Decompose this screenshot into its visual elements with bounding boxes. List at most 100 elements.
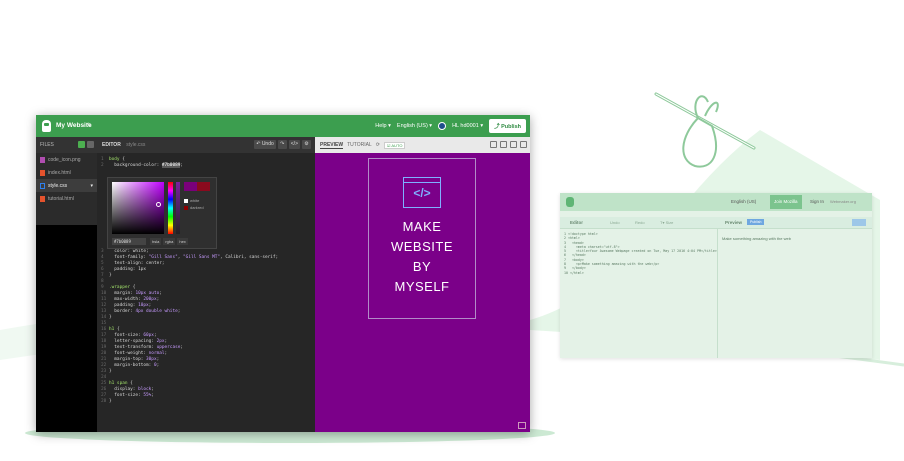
top-bar-actions: Help ▾ English (US) ▾ HL hd0001 ▾ ⤴ Publ…	[375, 119, 526, 133]
gear-icon[interactable]: ⚙	[302, 140, 311, 149]
color-selector-knob[interactable]	[156, 202, 161, 207]
hex-button[interactable]: hex	[177, 238, 188, 245]
search-icon[interactable]	[490, 141, 497, 148]
secondary-code-editor[interactable]: 1 <!doctype html> 2 <html> 3 <head> 4 <meta…	[564, 232, 717, 275]
swatch-label: white	[190, 198, 200, 203]
swatch-label: darkred	[190, 205, 204, 210]
secondary-editor-label: Editor	[570, 220, 583, 225]
code-window-icon: </>	[403, 177, 441, 208]
fullscreen-icon[interactable]	[520, 141, 527, 148]
opacity-slider[interactable]	[176, 182, 180, 234]
swatch-option-white[interactable]: white	[184, 198, 199, 203]
file-options-icon[interactable]: ▾	[90, 183, 93, 189]
auto-refresh-toggle[interactable]: ☑ AUTO	[383, 141, 406, 149]
file-item-index-html[interactable]: index.html	[36, 166, 97, 179]
poster-line-2: WEBSITE	[390, 239, 453, 254]
hue-slider[interactable]	[168, 182, 173, 234]
editor-panel: EDITOR style.css ↶ Undo ↷ </> ⚙ 1 body {2…	[97, 137, 315, 432]
undo-button[interactable]: ↶ Undo	[254, 140, 276, 149]
desktop-view-icon[interactable]	[500, 141, 507, 148]
editor-title: EDITOR	[102, 142, 121, 148]
file-name: code_icon.png	[48, 156, 81, 163]
redo-button[interactable]: ↷	[277, 140, 287, 149]
current-color-swatch	[184, 182, 197, 191]
files-header: FILES	[36, 137, 97, 153]
editor-filename: style.css	[126, 142, 146, 148]
css-file-icon	[40, 182, 45, 189]
secondary-top-bar: English (US) Join Mozilla Sign In Webmak…	[560, 193, 872, 211]
code-line: 13 border: 4px double white;	[101, 309, 181, 314]
poster-line-4: MYSELF	[394, 279, 450, 294]
help-menu[interactable]: Help ▾	[375, 123, 391, 129]
rgba-button[interactable]: rgba	[163, 238, 176, 245]
swatch-box	[184, 198, 188, 203]
preview-header: PREVIEW TUTORIAL ⟳ ☑ AUTO	[315, 137, 530, 153]
hex-value-input[interactable]: #7b0089	[112, 238, 146, 245]
webmaker-logo-icon[interactable]	[566, 197, 574, 207]
tutorial-tab[interactable]: TUTORIAL	[347, 142, 372, 148]
sign-in-link[interactable]: Sign In	[810, 199, 824, 204]
secondary-preview-label: Preview	[725, 220, 743, 225]
poster-line-3: BY	[412, 259, 432, 274]
secondary-undo[interactable]: Undo	[610, 220, 620, 225]
secondary-size[interactable]: T▾ Size	[660, 220, 673, 225]
secondary-toolbar: Editor Undo Redo T▾ Size Preview Publish	[560, 217, 872, 229]
auto-label: AUTO	[391, 142, 403, 148]
file-name: style.css	[48, 182, 68, 189]
user-avatar[interactable]	[438, 122, 447, 130]
undo-icon: ↶	[256, 141, 261, 147]
upload-file-icon[interactable]	[87, 141, 94, 148]
code-glyph: </>	[413, 186, 431, 200]
original-color-swatch[interactable]	[197, 182, 210, 191]
secondary-action-button[interactable]	[852, 219, 866, 226]
image-file-icon	[40, 156, 45, 163]
secondary-divider	[717, 229, 718, 358]
add-file-icon[interactable]	[78, 141, 85, 148]
code-view-icon[interactable]: </>	[288, 140, 300, 149]
file-item-code-icon[interactable]: code_icon.png	[36, 153, 97, 166]
editor-header: EDITOR style.css ↶ Undo ↷ </> ⚙	[97, 137, 315, 153]
preview-panel: PREVIEW TUTORIAL ⟳ ☑ AUTO </> MAKE WEBSI…	[315, 137, 530, 432]
secondary-code-line: 5 <title>Your Awesome Webpage created on…	[564, 249, 717, 254]
pencil-icon[interactable]: ✎	[87, 122, 92, 129]
swatch-option-darkred[interactable]: darkred	[184, 205, 204, 210]
secondary-language-menu[interactable]: English (US)	[731, 199, 756, 204]
publish-button[interactable]: ⤴ Publish	[489, 119, 526, 133]
thimble-logo-icon[interactable]	[42, 120, 51, 132]
file-name: index.html	[48, 169, 71, 176]
inline-color-picker[interactable]: white darkred #7b0089 hsla rgba hex	[107, 177, 217, 249]
undo-label: Undo	[261, 141, 274, 147]
secondary-preview-text: Make something amazing with the web	[722, 236, 791, 241]
hsla-button[interactable]: hsla	[150, 238, 162, 245]
secondary-publish-button[interactable]: Publish	[747, 219, 765, 225]
preview-tab[interactable]: PREVIEW	[320, 142, 344, 149]
color-saturation-field[interactable]	[112, 182, 164, 234]
html-file-icon	[40, 169, 45, 176]
secondary-code-line: 10 </html>	[564, 270, 584, 275]
swatch-box	[184, 205, 188, 210]
screenshot-scene: My Website ✎ Help ▾ English (US) ▾ HL hd…	[0, 0, 904, 461]
brand-link[interactable]: Webmaker.org	[830, 199, 856, 204]
file-name: tutorial.html	[48, 195, 74, 202]
share-icon: ⤴	[494, 124, 500, 130]
top-bar: My Website ✎ Help ▾ English (US) ▾ HL hd…	[36, 115, 530, 137]
language-menu[interactable]: English (US) ▾	[397, 123, 432, 129]
bindle-icon	[654, 92, 756, 168]
refresh-icon[interactable]: ⟳	[376, 142, 380, 148]
inspect-icon[interactable]	[518, 422, 526, 429]
files-panel: FILES code_icon.png index.html style.css…	[36, 137, 97, 432]
files-empty-area	[36, 225, 97, 432]
file-item-style-css[interactable]: style.css ▾	[36, 179, 97, 192]
join-button[interactable]: Join Mozilla	[770, 195, 802, 209]
publish-label: Publish	[501, 124, 521, 130]
code-line: 28}	[101, 399, 112, 404]
user-menu[interactable]: HL hd0001 ▾	[452, 123, 483, 129]
files-title: FILES	[40, 142, 54, 148]
preview-poster: </> MAKE WEBSITE BY MYSELF	[368, 158, 476, 319]
secondary-redo[interactable]: Redo	[635, 220, 645, 225]
mobile-view-icon[interactable]	[510, 141, 517, 148]
check-icon: ☑	[386, 142, 391, 148]
code-line: 2 background-color: #7b0089;	[101, 163, 184, 168]
poster-line-1: MAKE	[402, 219, 442, 234]
file-item-tutorial-html[interactable]: tutorial.html	[36, 192, 97, 205]
